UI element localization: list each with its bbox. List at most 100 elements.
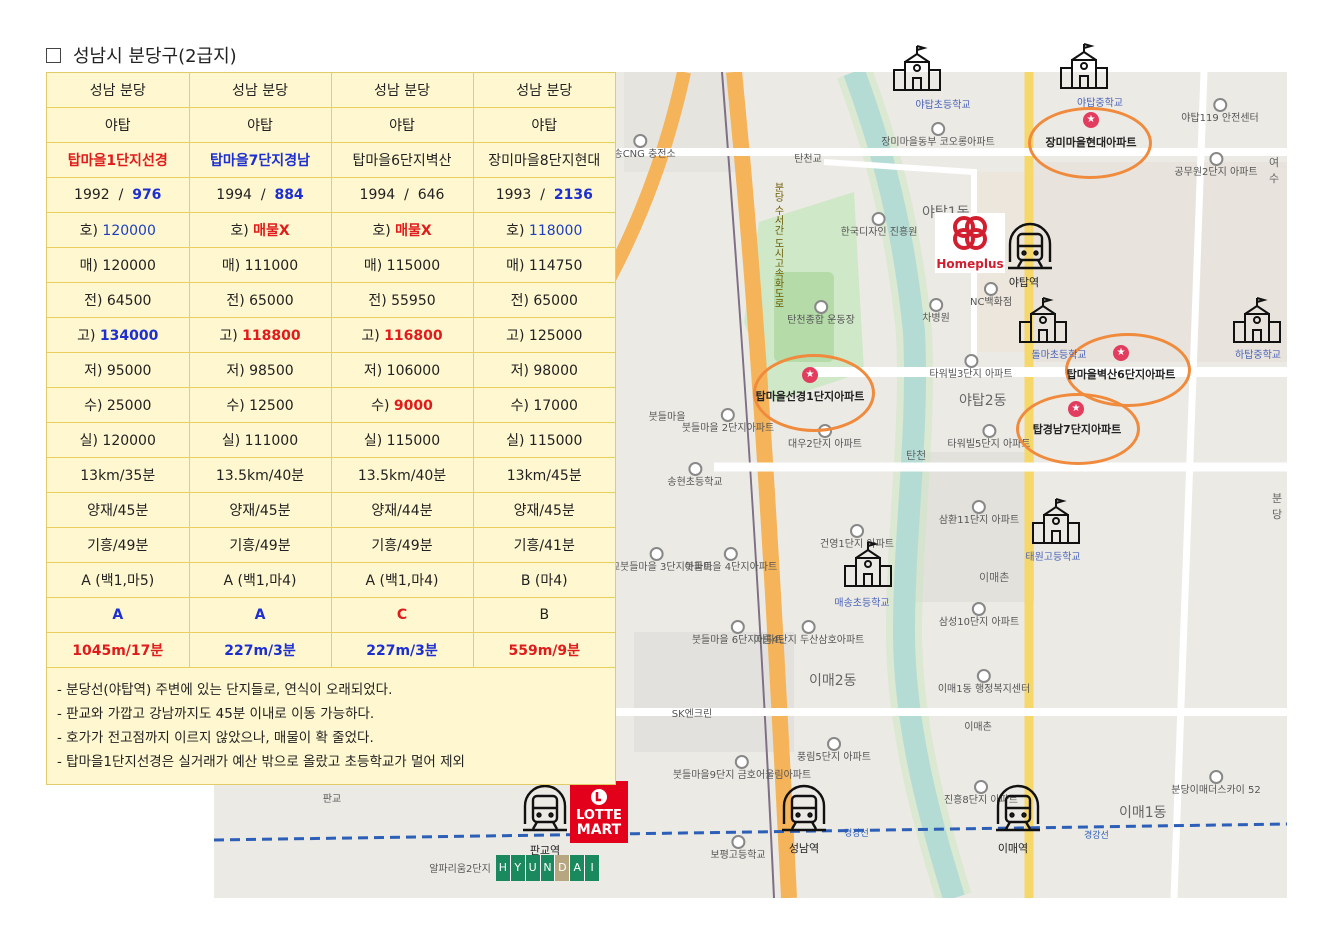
- cell-text: 야탑: [531, 118, 558, 134]
- map-poi[interactable]: 붓들마을: [649, 412, 686, 423]
- table-cell: 저) 98000: [472, 352, 615, 388]
- apartment-marker-icon[interactable]: ★: [1068, 401, 1084, 417]
- table-cell: 13.5km/40분: [330, 457, 474, 493]
- table-cell: A (백1,마4): [330, 562, 474, 598]
- table-cell: 매) 120000: [47, 247, 190, 283]
- lotte-mart-logo[interactable]: LOTTE MART: [570, 781, 628, 843]
- table-cell: 야탑: [330, 107, 474, 143]
- homeplus-icon: [953, 216, 987, 250]
- map-poi[interactable]: 이매1동 행정복지센터: [938, 669, 1030, 695]
- map-poi[interactable]: 한국디자인 진흥원: [841, 212, 917, 238]
- table-row: 기흥/49분 기흥/49분 기흥/49분 기흥/41분: [47, 527, 615, 563]
- table-row: 13km/35분 13.5km/40분 13.5km/40분 13km/45분: [47, 457, 615, 493]
- cell-prefix: 고): [219, 328, 243, 344]
- cell-text: 저) 98500: [226, 363, 294, 379]
- table-cell: A: [188, 597, 332, 633]
- table-row: 호) 120000 호) 매물X 호) 매물X 호) 118000: [47, 212, 615, 248]
- train-icon[interactable]: [780, 784, 828, 834]
- table-row: 매) 120000 매) 111000 매) 115000 매) 114750: [47, 247, 615, 283]
- cell-text: 227m/3분: [366, 643, 438, 659]
- map-poi[interactable]: 공무원2단지 아파트: [1174, 152, 1258, 178]
- cell-value: 125000: [528, 328, 583, 344]
- map-poi[interactable]: 타워빌3단지 아파트: [929, 354, 1013, 380]
- hyundai-letter: N: [540, 855, 556, 881]
- table-cell: 1992 / 976: [47, 177, 190, 213]
- cell-text: 1045m/17분: [72, 643, 164, 659]
- table-cell: 13km/45분: [472, 457, 615, 493]
- cell-value: 976: [132, 187, 162, 203]
- map-poi[interactable]: 분당이매더스카이 52: [1171, 770, 1261, 796]
- hyundai-letter: D: [555, 855, 571, 881]
- school-icon[interactable]: [1231, 296, 1283, 346]
- table-cell: 호) 118000: [472, 212, 615, 248]
- cell-text: 실) 111000: [221, 433, 299, 449]
- train-icon[interactable]: [521, 784, 569, 834]
- table-cell: 559m/9분: [472, 632, 615, 668]
- apartment-label[interactable]: 탑경남7단지아파트: [1033, 421, 1122, 437]
- hyundai-logo[interactable]: H Y U N D A I: [496, 855, 601, 881]
- map-poi[interactable]: 붓들마을 4단지아파트: [685, 547, 777, 573]
- map-poi[interactable]: 삼환11단지 아파트: [939, 500, 1019, 526]
- cell-text: 전) 65000: [226, 293, 294, 309]
- homeplus-text: Homeplus: [936, 257, 1004, 271]
- map-poi[interactable]: 야탑119 안전센터: [1181, 98, 1259, 124]
- table-cell: 227m/3분: [188, 632, 332, 668]
- apartment-marker-icon[interactable]: ★: [802, 367, 818, 383]
- train-icon[interactable]: [1006, 222, 1054, 272]
- map-poi[interactable]: 알파리움2단지: [429, 864, 491, 875]
- cell-text: A (백1,마5): [81, 573, 155, 589]
- map-poi[interactable]: 붓들마을9단지 금호어울림아파트: [673, 755, 811, 781]
- school-icon[interactable]: [1017, 296, 1069, 346]
- table-row: 탑마을1단지선경 탑마을7단지경남 탑마을6단지벽산 장미마을8단지현대: [47, 142, 615, 178]
- lotte-icon: [591, 789, 607, 805]
- table-cell: 전) 55950: [330, 282, 474, 318]
- cell-text: 저) 98000: [510, 363, 578, 379]
- table-cell: 전) 65000: [472, 282, 615, 318]
- table-cell: 실) 115000: [330, 422, 474, 458]
- map-poi[interactable]: 판교: [323, 794, 341, 805]
- map-poi[interactable]: 삼성10단지 아파트: [939, 602, 1019, 628]
- school-icon[interactable]: [1030, 497, 1082, 547]
- map-poi[interactable]: 이매촌: [964, 722, 992, 733]
- table-row: 야탑 야탑 야탑 야탑: [47, 107, 615, 143]
- map-poi[interactable]: 탄천종합 운동장: [787, 300, 855, 326]
- school-icon[interactable]: [1058, 42, 1110, 92]
- table-row: 1992 / 976 1994 / 884 1994 / 646 1993 / 213…: [47, 177, 615, 213]
- cell-text: 227m/3분: [224, 643, 296, 659]
- school-icon[interactable]: [842, 540, 894, 590]
- cell-text: 양재/45분: [229, 503, 291, 519]
- district-label: 분당: [1272, 492, 1283, 521]
- cell-text: 전) 64500: [84, 293, 152, 309]
- map-poi[interactable]: SK엔크린: [672, 709, 713, 720]
- apartment-label[interactable]: 장미마을현대아파트: [1045, 134, 1136, 150]
- cell-text: 양재/45분: [87, 503, 149, 519]
- cell-text: 성남 분당: [374, 83, 430, 99]
- map-poi[interactable]: 차병원: [922, 298, 950, 324]
- school-icon[interactable]: [891, 44, 943, 94]
- apartment-marker-icon[interactable]: ★: [1113, 345, 1129, 361]
- table-cell: 고) 116800: [330, 317, 474, 353]
- heading-checkbox[interactable]: [46, 47, 61, 63]
- cell-prefix: 고): [361, 328, 385, 344]
- apartment-label[interactable]: 탑마을벽산6단지아파트: [1067, 366, 1176, 382]
- school-label: 야탑초등학교: [915, 100, 971, 111]
- homeplus-logo[interactable]: Homeplus: [935, 213, 1005, 273]
- table-cell: 고) 134000: [47, 317, 190, 353]
- map-poi[interactable]: 장미마을동부 코오롱아파트: [881, 122, 995, 148]
- table-cell: 저) 106000: [330, 352, 474, 388]
- cell-value: 매물X: [253, 223, 290, 239]
- map-poi[interactable]: 송현초등학교: [667, 462, 723, 488]
- cell-value: 646: [417, 187, 445, 203]
- map-poi[interactable]: 보평고등학교: [710, 835, 766, 861]
- apartment-marker-icon[interactable]: ★: [1083, 112, 1099, 128]
- table-cell: 전) 64500: [47, 282, 190, 318]
- cell-prefix: 호): [372, 223, 396, 239]
- map-poi[interactable]: NC백화점: [970, 282, 1012, 308]
- map-poi[interactable]: 아름4단지 두산삼호아파트: [754, 620, 864, 646]
- train-icon[interactable]: [994, 784, 1042, 834]
- cell-text: 수) 25000: [84, 398, 152, 414]
- map-poi[interactable]: 탄천교: [794, 154, 822, 165]
- apartment-label[interactable]: 탑마을선경1단지아파트: [756, 388, 865, 404]
- cell-text: 매) 115000: [363, 258, 441, 274]
- note-line: - 분당선(야탑역) 주변에 있는 단지들로, 연식이 오래되었다.: [57, 682, 393, 698]
